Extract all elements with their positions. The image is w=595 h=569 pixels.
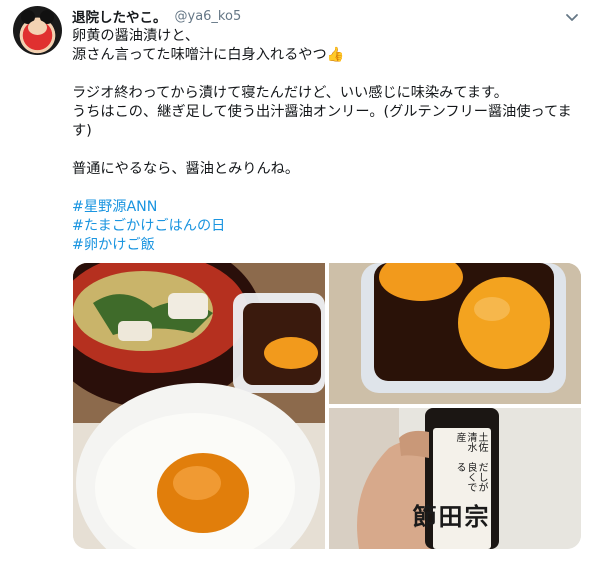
hashtag-link[interactable]: #星野源ANN xyxy=(72,198,577,217)
photo-egg-rice-image xyxy=(73,263,325,549)
user-avatar[interactable] xyxy=(13,6,62,55)
photo-soy-bottle[interactable]: 土佐清水産 だしが良くでる 宗田節 xyxy=(329,408,581,549)
photo-yolks-in-soy[interactable] xyxy=(329,263,581,404)
tweet-header: 退院したやこ。 @ya6_ko5 xyxy=(72,6,242,27)
hashtag-link[interactable]: #たまごかけごはんの日 xyxy=(72,217,577,236)
display-name[interactable]: 退院したやこ。 xyxy=(72,6,167,26)
hashtag-link[interactable]: #卵かけご飯 xyxy=(72,236,577,255)
bottle-label-text: 土佐清水産 xyxy=(454,432,487,452)
photo-yolks-in-soy-image xyxy=(329,263,581,404)
media-grid: 土佐清水産 だしが良くでる 宗田節 xyxy=(73,263,581,549)
bottle-label-text: だしが良くでる xyxy=(454,462,487,493)
tweet-line: ラジオ終わってから漬けて寝たんだけど、いい感じに味染みてます。 xyxy=(72,85,508,101)
tweet-line: 源さん言ってた味噌汁に白身入れるやつ👍 xyxy=(72,47,345,63)
user-handle[interactable]: @ya6_ko5 xyxy=(175,9,242,24)
tweet-line: うちはこの、継ぎ足して使う出汁醤油オンリー。(グルテンフリー醤油使ってます) xyxy=(72,104,572,139)
tweet-line: 普通にやるなら、醤油とみりんね。 xyxy=(72,161,300,177)
tweet-card: 退院したやこ。 @ya6_ko5 卵黄の醤油漬けと、 源さん言ってた味噌汁に白身… xyxy=(0,0,595,569)
photo-egg-rice[interactable] xyxy=(73,263,325,549)
tweet-text: 卵黄の醤油漬けと、 源さん言ってた味噌汁に白身入れるやつ👍 ラジオ終わってから漬… xyxy=(72,27,577,255)
bottle-label: 土佐清水産 だしが良くでる 宗田節 xyxy=(408,432,489,544)
tweet-line: 卵黄の醤油漬けと、 xyxy=(72,28,200,44)
bottle-label-text: 宗田節 xyxy=(408,503,489,528)
chevron-down-icon[interactable] xyxy=(563,8,581,26)
